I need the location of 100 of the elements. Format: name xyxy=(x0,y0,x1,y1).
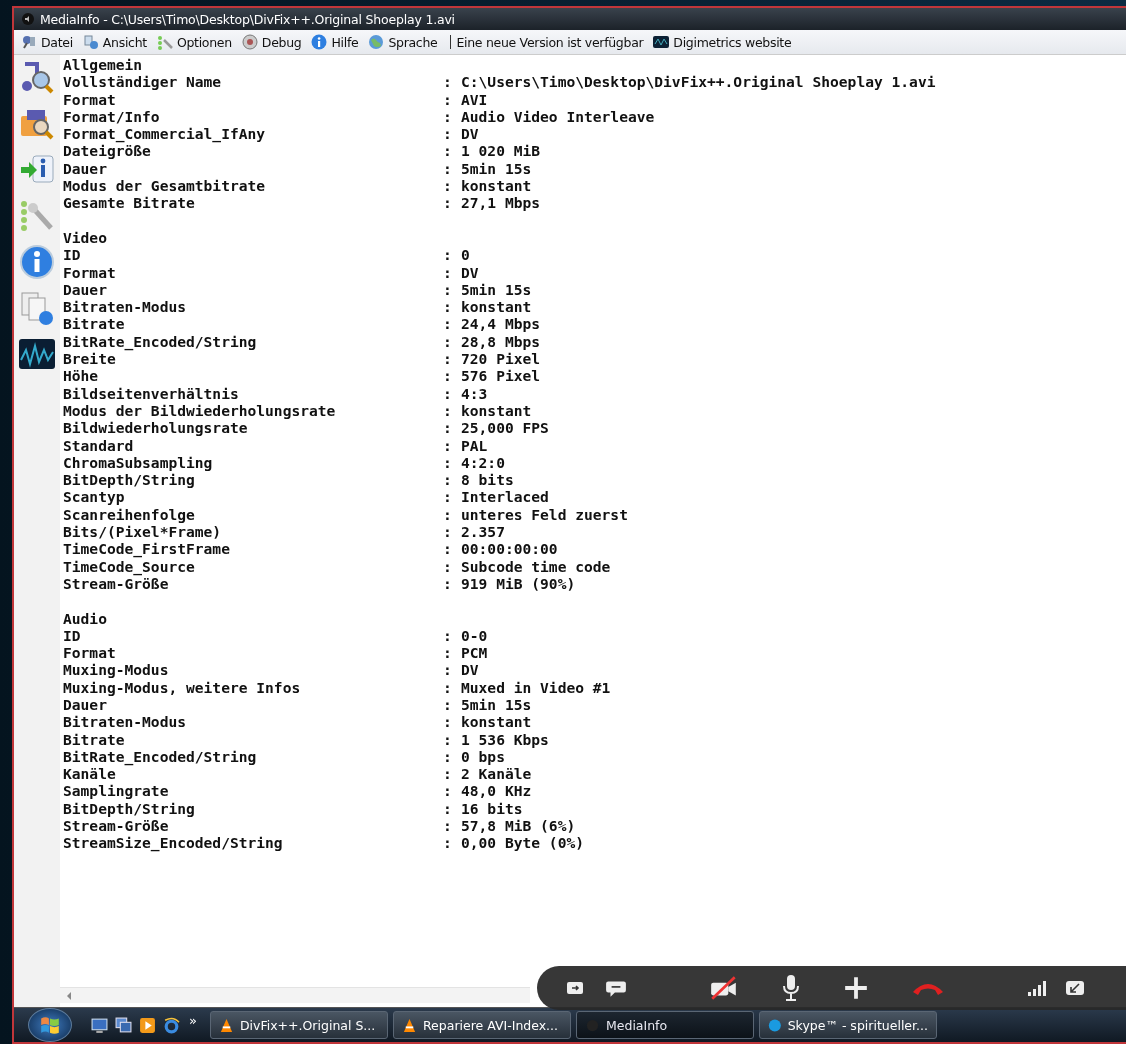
field-name: Vollständiger Name xyxy=(63,73,223,91)
field-name: ID xyxy=(63,626,82,645)
field-name: BitRate_Encoded/String xyxy=(63,747,258,766)
field-name: Kanäle xyxy=(63,765,116,783)
menu-item[interactable]: Sprache xyxy=(363,34,443,50)
separator: : xyxy=(443,194,453,212)
section-title: Audio xyxy=(63,609,108,627)
separator: : xyxy=(443,177,453,195)
field-value: PAL xyxy=(461,436,488,454)
field-name: Bitrate xyxy=(63,315,126,333)
horizontal-scrollbar[interactable] xyxy=(60,987,530,1003)
separator: : xyxy=(443,367,453,385)
add-icon[interactable] xyxy=(843,975,869,1001)
field-name: TimeCode_Source xyxy=(63,557,195,575)
field-value: 5min 15s xyxy=(461,696,532,714)
separator: : xyxy=(443,747,453,766)
separator: : xyxy=(443,661,453,679)
disc-icon xyxy=(241,34,258,50)
taskbar-button[interactable]: MediaInfo xyxy=(575,1011,754,1039)
field-value: unteres Feld zuerst xyxy=(461,505,628,523)
field-value: 0,00 Byte (0%) xyxy=(461,834,584,852)
document-icon xyxy=(82,34,99,50)
field-value: konstant xyxy=(461,298,532,316)
separator: : xyxy=(443,315,453,333)
video-off-icon[interactable] xyxy=(709,975,739,1001)
field-name: Format xyxy=(63,263,117,281)
field-name: BitRate_Encoded/String xyxy=(63,332,258,351)
field-name: ChromaSubsampling xyxy=(63,453,214,472)
separator: : xyxy=(443,436,453,454)
separator: : xyxy=(443,540,453,558)
separator: : xyxy=(443,713,453,731)
start-button[interactable] xyxy=(28,1008,72,1042)
field-name: BitDepth/String xyxy=(63,471,196,489)
separator: : xyxy=(443,384,453,402)
field-value: Audio Video Interleave xyxy=(461,107,655,126)
field-name: TimeCode_FirstFrame xyxy=(63,540,231,558)
separator: : xyxy=(443,782,453,800)
field-value: 4:3 xyxy=(461,384,488,402)
field-name: Format_Commercial_IfAny xyxy=(63,125,267,143)
menu-item[interactable]: Debug xyxy=(236,34,307,50)
field-name: Breite xyxy=(63,350,116,368)
field-name: Samplingrate xyxy=(63,782,170,800)
browser-icon[interactable] xyxy=(163,1016,180,1034)
minimize-icon[interactable] xyxy=(1065,978,1085,998)
menu-item[interactable]: Ansicht xyxy=(77,34,152,50)
waveform-icon xyxy=(653,34,670,50)
field-value: Muxed in Video #1 xyxy=(461,678,611,696)
taskbar-button[interactable]: DivFix++.Original S... xyxy=(209,1011,388,1039)
separator: : xyxy=(443,696,453,714)
traffic-cone-icon xyxy=(218,1017,234,1033)
desktop-icon[interactable] xyxy=(91,1016,108,1034)
field-value: 0-0 xyxy=(461,626,488,645)
separator: : xyxy=(443,678,453,696)
microphone-icon[interactable] xyxy=(781,974,801,1002)
scroll-left-icon[interactable] xyxy=(66,991,72,1000)
field-value: 28,8 Mbps xyxy=(461,332,541,351)
wrench-icon xyxy=(156,34,173,50)
field-name: Bildseitenverhältnis xyxy=(63,384,240,402)
separator: : xyxy=(443,626,453,645)
field-value: 16 bits xyxy=(461,799,523,818)
menu-item[interactable]: Hilfe xyxy=(306,34,364,50)
separator: : xyxy=(443,401,453,420)
field-value: 2.357 xyxy=(461,523,505,541)
field-value: 1 020 MiB xyxy=(461,142,541,160)
field-name: Bitrate xyxy=(63,730,126,748)
field-name: Bitraten-Modus xyxy=(63,713,187,731)
taskbar-button[interactable]: Repariere AVI-Index... xyxy=(392,1011,571,1039)
field-value: 919 MiB (90%) xyxy=(461,574,576,593)
separator: : xyxy=(443,263,453,281)
window-title: MediaInfo - C:\Users\Timo\Desktop\DivFix++.Original Shoeplay 1.avi xyxy=(40,11,455,27)
menu-item[interactable]: Optionen xyxy=(151,34,237,50)
separator: : xyxy=(443,332,453,351)
field-value: 27,1 Mbps xyxy=(461,194,541,212)
taskbar-button[interactable]: Skype™ - spiritueller... xyxy=(758,1011,937,1039)
field-value: Subcode time code xyxy=(461,557,611,575)
window-switch-icon[interactable] xyxy=(115,1016,132,1034)
menu-item[interactable]: Datei xyxy=(16,34,78,50)
field-value: DV xyxy=(461,125,479,143)
field-name: Format xyxy=(63,90,117,108)
separator: : xyxy=(443,765,453,783)
field-name: Bildwiederholungsrate xyxy=(63,419,249,437)
field-name: Scantyp xyxy=(63,488,126,506)
field-name: Gesamte Bitrate xyxy=(63,194,196,212)
menu-item[interactable]: Eine neue Version ist verfügbar xyxy=(451,34,649,50)
field-name: Format xyxy=(63,644,117,662)
separator: : xyxy=(443,574,453,593)
separator: : xyxy=(443,730,453,748)
menu-item[interactable]: Digimetrics website xyxy=(648,34,797,50)
player-icon[interactable] xyxy=(139,1016,156,1034)
field-value: PCM xyxy=(461,644,488,662)
separator: : xyxy=(443,159,453,178)
more-button[interactable]: » xyxy=(189,1012,197,1028)
separator: : xyxy=(443,834,453,852)
field-value: konstant xyxy=(461,713,532,731)
separator: : xyxy=(443,298,453,316)
field-value: 5min 15s xyxy=(461,159,532,178)
field-name: StreamSize_Encoded/String xyxy=(63,834,284,852)
field-name: Modus der Bildwiederholungsrate xyxy=(63,401,337,420)
separator: : xyxy=(443,107,453,126)
separator: : xyxy=(443,73,453,91)
